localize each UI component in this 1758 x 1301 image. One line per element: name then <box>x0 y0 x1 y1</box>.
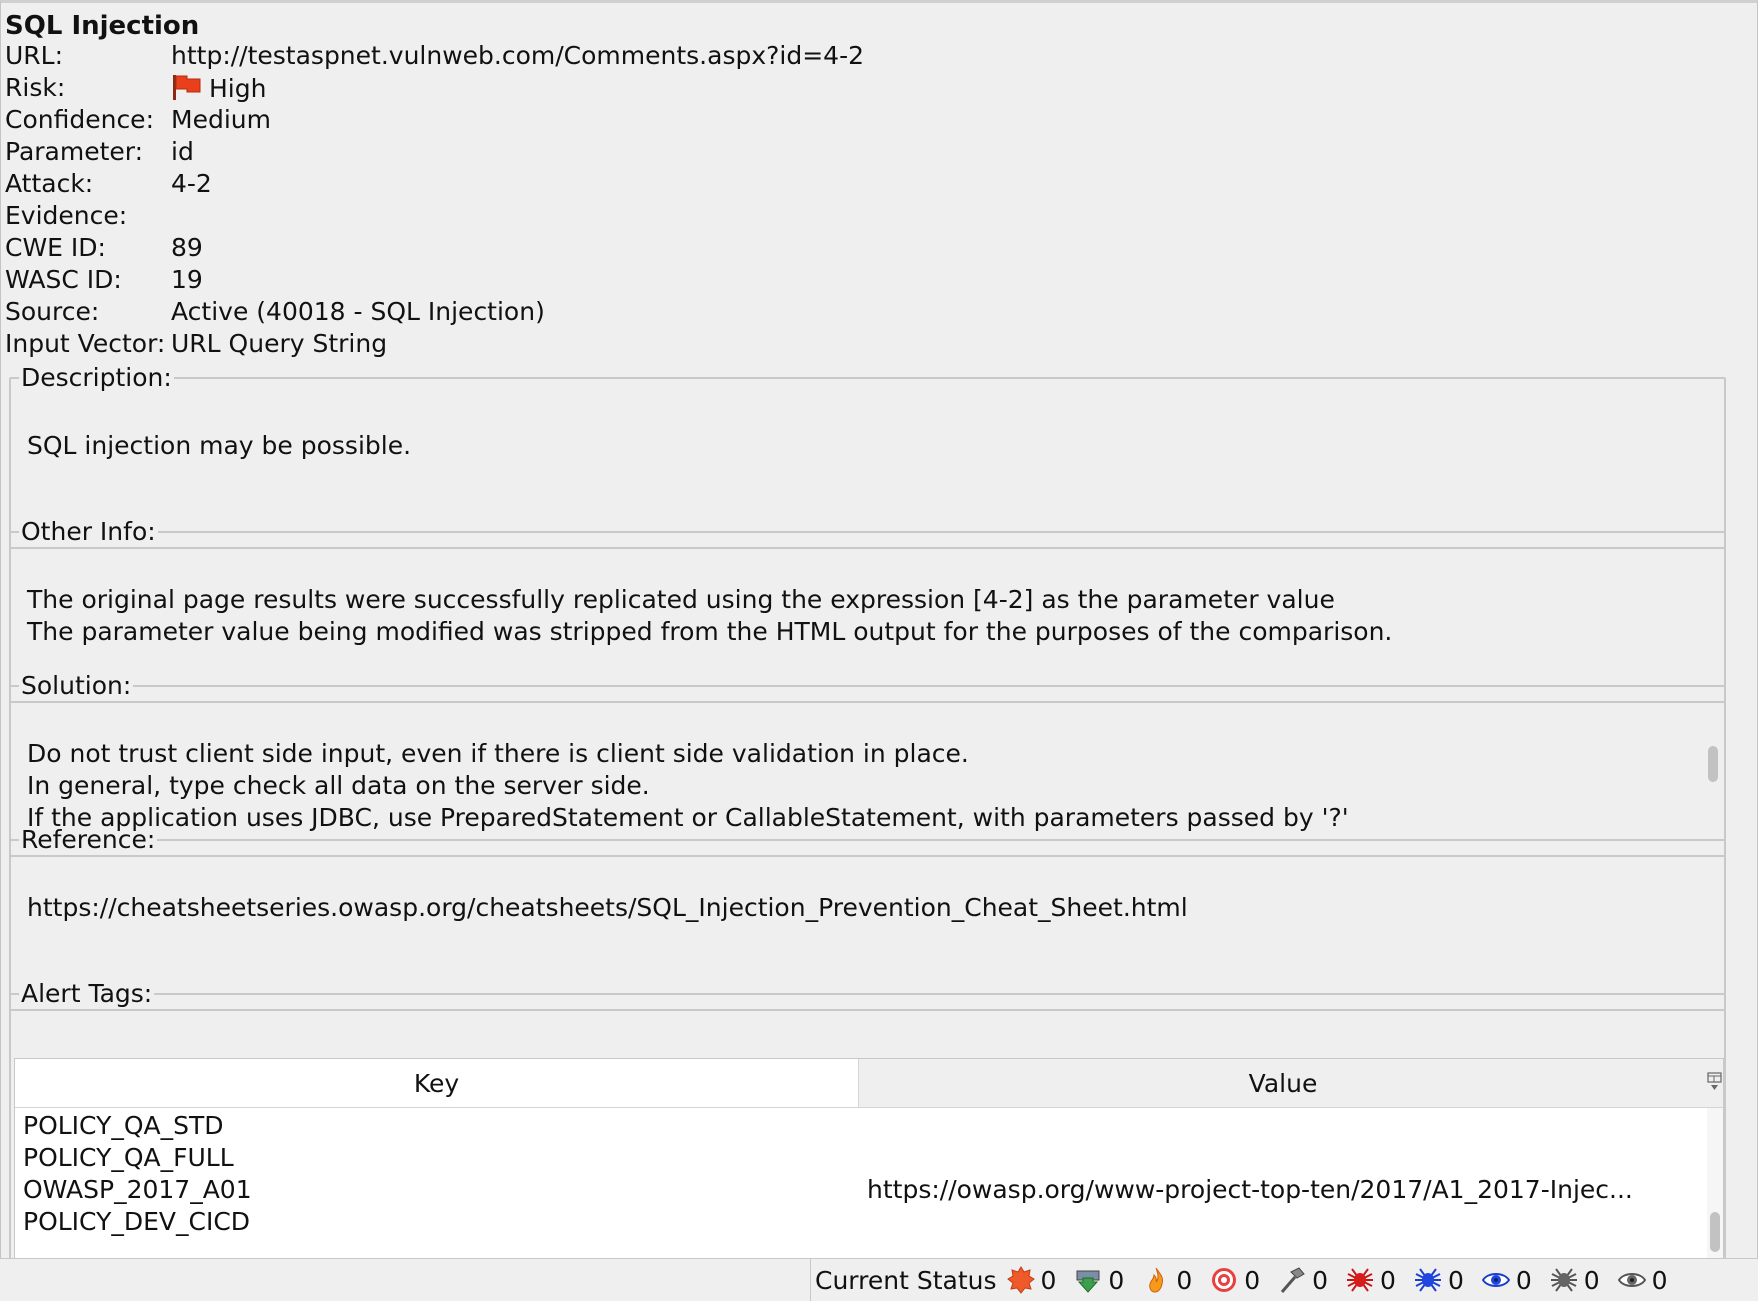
status-count: 0 <box>1583 1265 1600 1295</box>
target-icon <box>1212 1268 1237 1292</box>
solution-legend: Solution: <box>21 671 132 700</box>
table-row[interactable]: OWASP_2017_A01 https://owasp.org/www-pro… <box>15 1173 1705 1209</box>
alert-burst-icon <box>1006 1266 1035 1294</box>
source-label: Source: <box>5 297 100 326</box>
description-line: SQL injection may be possible. <box>27 431 412 460</box>
attack-value: 4-2 <box>171 169 212 198</box>
status-item-eye[interactable]: 0 <box>1476 1266 1532 1295</box>
solution-scrollbar[interactable] <box>1708 746 1718 782</box>
status-item-blue-spider[interactable]: 0 <box>1408 1266 1464 1295</box>
other-info-legend: Other Info: <box>21 517 156 546</box>
blue-spider-icon <box>1414 1268 1441 1292</box>
status-item-hammer[interactable]: 0 <box>1272 1266 1328 1295</box>
other-info-line: The parameter value being modified was s… <box>27 617 1393 646</box>
tag-key: POLICY_QA_FULL <box>23 1143 234 1172</box>
status-count: 0 <box>1515 1265 1532 1295</box>
status-count: 0 <box>1176 1265 1193 1295</box>
wasc-value: 19 <box>171 265 203 294</box>
column-header-key[interactable]: Key <box>15 1059 859 1108</box>
table-columns-icon <box>1707 1072 1722 1090</box>
status-count: 0 <box>1244 1265 1261 1295</box>
reference-text[interactable]: https://cheatsheetseries.owasp.org/cheat… <box>27 892 1188 924</box>
table-scrollbar-thumb[interactable] <box>1710 1212 1720 1252</box>
download-arrow-icon <box>1076 1270 1100 1293</box>
parameter-value: id <box>171 137 194 166</box>
confidence-label: Confidence: <box>5 105 154 134</box>
risk-label: Risk: <box>5 73 66 102</box>
other-info-line: The original page results were successfu… <box>27 585 1335 614</box>
solution-text[interactable]: Do not trust client side input, even if … <box>27 738 1349 834</box>
status-count: 0 <box>1108 1265 1125 1295</box>
reference-legend: Reference: <box>21 825 156 854</box>
tag-value[interactable]: https://owasp.org/www-project-top-ten/20… <box>867 1175 1703 1204</box>
evidence-label: Evidence: <box>5 201 128 230</box>
panel-scrollbar[interactable] <box>1739 3 1755 1261</box>
status-count: 0 <box>1040 1265 1057 1295</box>
status-item-gray-eye[interactable]: 0 <box>1612 1266 1668 1295</box>
status-item-flame[interactable]: 0 <box>1136 1266 1192 1295</box>
alert-tags-table: Key Value POLICY_QA_STD POLICY_QA_FULL O… <box>14 1058 1724 1260</box>
url-value[interactable]: http://testaspnet.vulnweb.com/Comments.a… <box>171 41 864 70</box>
risk-value-wrap: High <box>171 73 266 103</box>
solution-line: Do not trust client side input, even if … <box>27 739 969 768</box>
current-status: Current Status 0 0 0 0 0 0 0 0 0 0 <box>810 1259 1680 1301</box>
reference-line: https://cheatsheetseries.owasp.org/cheat… <box>27 893 1188 922</box>
wasc-label: WASC ID: <box>5 265 122 294</box>
description-legend: Description: <box>21 363 172 392</box>
input-vector-value: URL Query String <box>171 329 388 358</box>
description-text[interactable]: SQL injection may be possible. <box>27 430 411 462</box>
status-item-gray-spider[interactable]: 0 <box>1544 1266 1600 1295</box>
parameter-label: Parameter: <box>5 137 144 166</box>
status-item-downloads[interactable]: 0 <box>1068 1266 1124 1295</box>
flame-icon <box>1149 1267 1164 1293</box>
alert-title: SQL Injection <box>5 11 200 41</box>
status-item-red-spider[interactable]: 0 <box>1340 1266 1396 1295</box>
status-count: 0 <box>1380 1265 1396 1295</box>
status-count: 0 <box>1312 1265 1329 1295</box>
table-row[interactable]: POLICY_QA_FULL <box>15 1141 1705 1177</box>
table-row[interactable]: POLICY_DEV_CICD <box>15 1205 1705 1241</box>
solution-line: In general, type check all data on the s… <box>27 771 650 800</box>
status-count: 0 <box>1651 1265 1668 1295</box>
status-count: 0 <box>1447 1265 1464 1295</box>
alert-details-panel: SQL Injection URL: http://testaspnet.vul… <box>0 0 1758 1262</box>
risk-value: High <box>209 74 267 103</box>
url-label: URL: <box>5 41 64 70</box>
risk-flag-icon <box>173 75 201 100</box>
gray-spider-icon <box>1550 1268 1577 1292</box>
column-header-value[interactable]: Value <box>859 1059 1707 1108</box>
status-bar: Current Status 0 0 0 0 0 0 0 0 0 0 <box>0 1258 1758 1301</box>
table-scrollbar[interactable] <box>1707 1108 1723 1258</box>
table-row[interactable]: POLICY_QA_STD <box>15 1109 1705 1145</box>
gray-eye-icon <box>1617 1273 1646 1287</box>
cwe-label: CWE ID: <box>5 233 106 262</box>
column-control-button[interactable] <box>1707 1059 1723 1108</box>
status-item-alerts[interactable]: 0 <box>1001 1265 1057 1295</box>
cwe-value[interactable]: 89 <box>171 233 203 262</box>
other-info-text[interactable]: The original page results were successfu… <box>27 584 1392 648</box>
attack-label: Attack: <box>5 169 94 198</box>
alert-tags-legend: Alert Tags: <box>21 979 153 1008</box>
eye-icon <box>1481 1273 1510 1287</box>
tag-key: POLICY_DEV_CICD <box>23 1207 251 1236</box>
status-item-target[interactable]: 0 <box>1204 1266 1260 1295</box>
status-label: Current Status <box>815 1265 997 1295</box>
tag-key: OWASP_2017_A01 <box>23 1175 252 1204</box>
hammer-icon <box>1281 1267 1305 1293</box>
input-vector-label: Input Vector: <box>5 329 166 358</box>
tag-key: POLICY_QA_STD <box>23 1111 224 1140</box>
confidence-value: Medium <box>171 105 271 134</box>
red-spider-icon <box>1347 1268 1374 1292</box>
source-value: Active (40018 - SQL Injection) <box>171 297 545 326</box>
